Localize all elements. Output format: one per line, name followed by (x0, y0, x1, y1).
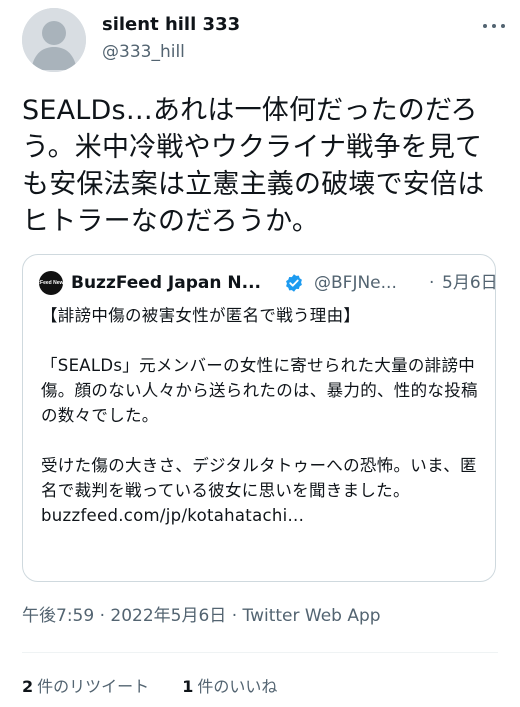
quoted-link[interactable]: buzzfeed.com/jp/kotahatachi... (41, 503, 483, 528)
meta-separator: · (94, 606, 111, 626)
avatar-placeholder-icon (22, 8, 86, 72)
quoted-date: 5月6日 (442, 273, 498, 293)
quoted-headline: 【誹謗中傷の被害女性が匿名で戦う理由】 (41, 306, 361, 325)
quoted-tweet-header: BuzzFeed News JP BuzzFeed Japan N... @BF… (39, 269, 498, 297)
meta-separator: · (226, 606, 243, 626)
quoted-avatar: BuzzFeed News JP (39, 271, 63, 295)
quoted-tweet-body: 【誹謗中傷の被害女性が匿名で戦う理由】 「SEALDs」元メンバーの女性に寄せら… (41, 303, 483, 528)
tweet-time[interactable]: 午後7:59 (22, 606, 94, 626)
author-display-name[interactable]: silent hill 333 (102, 14, 240, 36)
tweet-text: SEALDs…あれは一体何だったのだろう。米中冷戦やウクライナ戦争を見ても安保法… (22, 95, 485, 237)
tweet-date[interactable]: 2022年5月6日 (110, 606, 226, 626)
quoted-tweet[interactable]: BuzzFeed News JP BuzzFeed Japan N... @BF… (22, 254, 498, 582)
divider (22, 652, 498, 653)
quoted-paragraph-1: 「SEALDs」元メンバーの女性に寄せられた大量の誹謗中傷。顔のない人々から送ら… (41, 356, 478, 425)
tweet-header: silent hill 333 @333_hill (22, 8, 506, 72)
likes-label: 件のいいね (197, 677, 278, 696)
author-handle[interactable]: @333_hill (102, 40, 240, 64)
retweets-count: 2 (22, 677, 34, 696)
retweets-stat[interactable]: 2 件のリツイート (22, 677, 149, 696)
author-names: silent hill 333 @333_hill (102, 14, 240, 64)
tweet-meta: 午後7:59 · 2022年5月6日 · Twitter Web App (22, 604, 381, 628)
quoted-paragraph-2: 受けた傷の大きさ、デジタルタトゥーへの恐怖。いま、匿名で裁判を戦っている彼女に思… (41, 456, 477, 500)
verified-badge-icon (286, 274, 302, 292)
quoted-handle: @BFJNe... (314, 273, 397, 293)
likes-stat[interactable]: 1 件のいいね (182, 677, 277, 696)
quoted-separator: · (429, 273, 435, 293)
retweets-label: 件のリツイート (37, 677, 150, 696)
tweet-stats: 2 件のリツイート 1 件のいいね (22, 676, 277, 698)
avatar[interactable] (22, 8, 86, 72)
tweet-source[interactable]: Twitter Web App (243, 606, 381, 626)
likes-count: 1 (182, 677, 194, 696)
more-options-icon[interactable] (482, 16, 506, 36)
quoted-display-name: BuzzFeed Japan N... (71, 273, 261, 293)
